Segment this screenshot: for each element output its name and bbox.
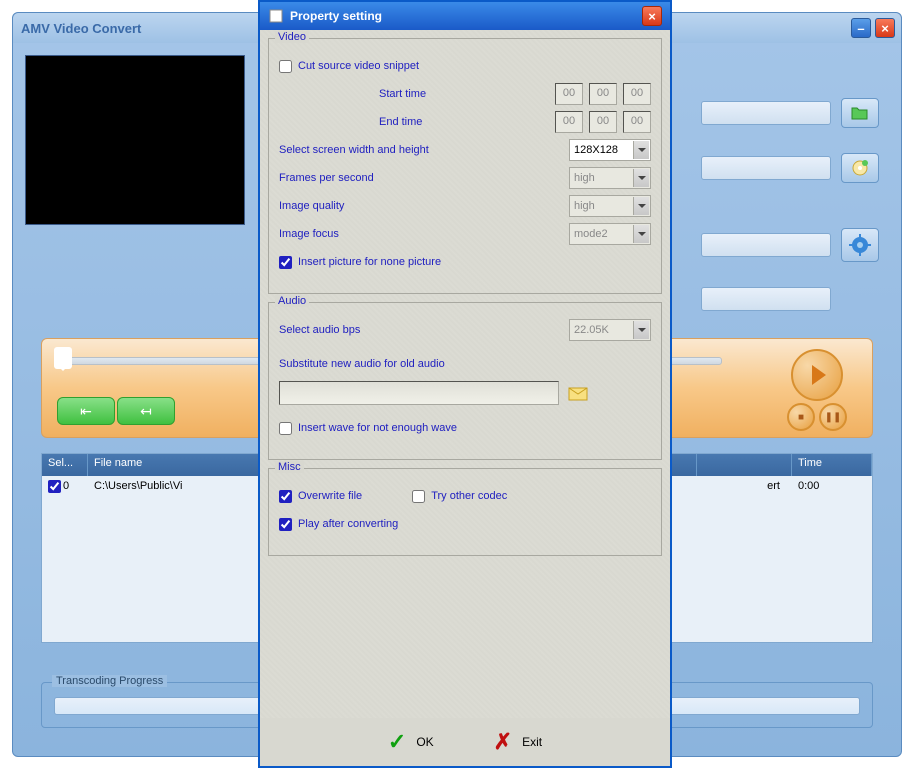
overwrite-checkbox[interactable] [279, 490, 292, 503]
overwrite-label: Overwrite file [298, 490, 362, 502]
row-time: 0:00 [792, 478, 872, 494]
insert-picture-label: Insert picture for none picture [298, 256, 441, 268]
video-legend: Video [275, 31, 309, 43]
chevron-down-icon [633, 169, 649, 187]
end-hh[interactable]: 00 [555, 111, 583, 133]
open-file-button[interactable] [841, 98, 879, 128]
settings-button[interactable] [841, 228, 879, 262]
audio-path-input[interactable] [279, 381, 559, 405]
start-ss[interactable]: 00 [623, 83, 651, 105]
ok-button[interactable]: ✓ OK [388, 729, 434, 755]
misc-fieldset: Misc Overwrite file Try other codec Play… [268, 468, 662, 556]
quality-label: Image quality [279, 200, 344, 212]
pause-button[interactable]: ❚❚ [819, 403, 847, 431]
chevron-down-icon [633, 197, 649, 215]
row-status: ert [697, 478, 792, 494]
x-icon: ✗ [494, 729, 512, 755]
substitute-label: Substitute new audio for old audio [279, 358, 445, 370]
settings-display [701, 233, 831, 257]
insert-wave-label: Insert wave for not enough wave [298, 422, 457, 434]
video-preview [25, 55, 245, 225]
minimize-button[interactable]: – [851, 18, 871, 38]
seek-thumb[interactable] [54, 347, 72, 369]
focus-dropdown[interactable]: mode2 [569, 223, 651, 245]
bps-dropdown[interactable]: 22.05K [569, 319, 651, 341]
output-file-field[interactable] [701, 156, 831, 180]
stop-button[interactable]: ■ [787, 403, 815, 431]
gear-icon [849, 234, 871, 256]
start-time-label: Start time [379, 88, 426, 100]
dialog-title: Property setting [290, 9, 382, 23]
check-icon: ✓ [388, 729, 406, 755]
quality-dropdown[interactable]: high [569, 195, 651, 217]
screen-size-dropdown[interactable]: 128X128 [569, 139, 651, 161]
input-file-field[interactable] [701, 101, 831, 125]
step-back-button[interactable]: ↤ [117, 397, 175, 425]
folder-open-icon [850, 105, 870, 121]
cut-snippet-label: Cut source video snippet [298, 60, 419, 72]
col-status[interactable] [697, 454, 792, 476]
start-mm[interactable]: 00 [589, 83, 617, 105]
try-codec-checkbox[interactable] [412, 490, 425, 503]
play-icon [812, 365, 826, 385]
fps-label: Frames per second [279, 172, 374, 184]
dialog-icon [268, 8, 284, 24]
end-ss[interactable]: 00 [623, 111, 651, 133]
extra-field[interactable] [701, 287, 831, 311]
insert-wave-checkbox[interactable] [279, 422, 292, 435]
dialog-footer: ✓ OK ✗ Exit [260, 718, 670, 766]
exit-button[interactable]: ✗ Exit [494, 729, 542, 755]
insert-picture-checkbox[interactable] [279, 256, 292, 269]
play-button[interactable] [791, 349, 843, 401]
fps-dropdown[interactable]: high [569, 167, 651, 189]
row-checkbox[interactable] [48, 480, 61, 493]
end-time-label: End time [379, 116, 422, 128]
browse-audio-button[interactable] [565, 382, 593, 404]
start-hh[interactable]: 00 [555, 83, 583, 105]
output-button[interactable] [841, 153, 879, 183]
col-select[interactable]: Sel... [42, 454, 88, 476]
progress-label: Transcoding Progress [52, 675, 167, 687]
play-after-checkbox[interactable] [279, 518, 292, 531]
main-title: AMV Video Convert [21, 21, 141, 36]
chevron-down-icon [633, 141, 649, 159]
skip-back-button[interactable]: ⇤ [57, 397, 115, 425]
video-fieldset: Video Cut source video snippet Start tim… [268, 38, 662, 294]
close-button[interactable]: × [875, 18, 895, 38]
envelope-icon [567, 384, 591, 402]
disc-icon [850, 159, 870, 177]
cut-snippet-checkbox[interactable] [279, 60, 292, 73]
bps-label: Select audio bps [279, 324, 360, 336]
audio-legend: Audio [275, 295, 309, 307]
end-mm[interactable]: 00 [589, 111, 617, 133]
try-codec-label: Try other codec [431, 490, 507, 502]
audio-fieldset: Audio Select audio bps 22.05K Substitute… [268, 302, 662, 460]
dialog-close-button[interactable]: × [642, 6, 662, 26]
chevron-down-icon [633, 225, 649, 243]
property-dialog: Property setting × Video Cut source vide… [258, 0, 672, 768]
focus-label: Image focus [279, 228, 339, 240]
dialog-titlebar[interactable]: Property setting × [260, 2, 670, 30]
play-after-label: Play after converting [298, 518, 398, 530]
screen-size-label: Select screen width and height [279, 144, 429, 156]
chevron-down-icon [633, 321, 649, 339]
misc-legend: Misc [275, 461, 304, 473]
col-time[interactable]: Time [792, 454, 872, 476]
